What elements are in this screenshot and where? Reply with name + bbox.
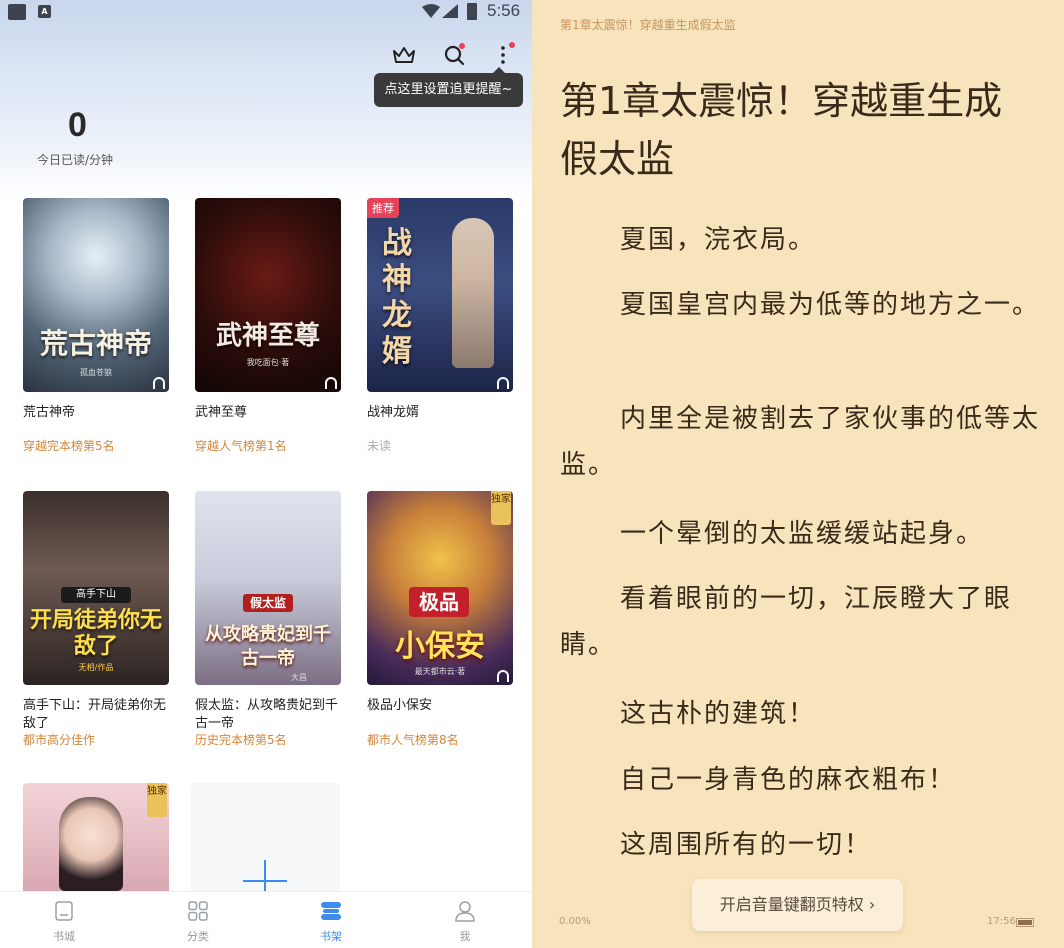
- wifi-icon: [422, 4, 440, 18]
- cover-title: 开局徒弟你无敌了: [29, 607, 162, 659]
- reading-progress: 0.00%: [559, 916, 591, 927]
- reader-battery-icon: [1016, 918, 1034, 927]
- reader-paragraph: 内里全是被割去了家伙事的低等太监。: [560, 404, 1041, 480]
- book-cover[interactable]: 高手下山 开局徒弟你无敌了 无相/作品: [23, 491, 169, 685]
- volume-key-button-label: 开启音量键翻页特权 ›: [719, 895, 876, 914]
- book-title: 战神龙婿: [367, 405, 420, 420]
- update-reminder-tooltip[interactable]: 点这里设置追更提醒~: [374, 67, 523, 107]
- cover-author: 孤血苍狼: [80, 368, 112, 377]
- tab-profile[interactable]: 我: [425, 892, 505, 948]
- cover-ribbon: 假太监: [243, 594, 293, 612]
- tab-label: 我: [459, 930, 471, 943]
- cover-title: 小保安: [395, 629, 485, 664]
- book-tag: 都市人气榜第8名: [363, 733, 459, 750]
- today-read-label: 今日已读/分钟: [37, 153, 114, 167]
- cover-author: 大昌: [291, 673, 307, 682]
- status-time: 5:56: [487, 1, 521, 20]
- reader-chapter-header: 第1章太震惊！穿越重生成假太监: [560, 18, 736, 32]
- bookshelf-panel: A 5:56 点这里设置追更提醒~ 0 今日已读/分钟 荒古神帝 孤血苍狼 荒古…: [0, 0, 532, 948]
- exclusive-badge: 独家: [491, 491, 511, 525]
- book-cover[interactable]: 独家: [23, 783, 169, 891]
- reader-panel[interactable]: 第1章太震惊！穿越重生成假太监 第1章太震惊！穿越重生成假太监 夏国，浣衣局。 …: [532, 0, 1064, 948]
- book-item[interactable]: 高手下山 开局徒弟你无敌了 无相/作品 高手下山：开局徒弟你无敌了 都市高分佳作: [18, 491, 169, 761]
- cover-ribbon: 极品: [409, 587, 469, 617]
- profile-icon: [455, 901, 475, 922]
- reader-paragraph: 夏国皇宫内最为低等的地方之一。: [620, 290, 1041, 320]
- book-item[interactable]: 战神龙婿 牧九州·著 推荐 战神龙婿 未读: [367, 198, 513, 468]
- cover-title: 武神至尊: [215, 321, 320, 351]
- headphone-icon: [497, 670, 509, 682]
- book-title: 假太监：从攻略贵妃到千古一帝: [195, 698, 339, 731]
- cover-ribbon: 高手下山: [61, 587, 131, 603]
- reader-clock: 17:56: [987, 916, 1016, 927]
- notification-icon: [8, 4, 26, 20]
- category-icon: [188, 901, 208, 921]
- book-item[interactable]: 荒古神帝 孤血苍狼 荒古神帝 穿越完本榜第5名: [19, 198, 169, 468]
- book-title: 武神至尊: [195, 405, 248, 420]
- book-tag: 穿越完本榜第5名: [19, 439, 115, 456]
- cover-figure: [59, 797, 123, 891]
- cover-figure: [452, 218, 494, 368]
- reader-paragraph: 夏国，浣衣局。: [620, 225, 817, 255]
- book-tag: 历史完本榜第5名: [191, 733, 287, 750]
- book-tag: 穿越人气榜第1名: [191, 439, 287, 456]
- signal-icon: [442, 4, 458, 18]
- book-item[interactable]: 假太监 从攻略贵妃到千古一帝 大昌 假太监：从攻略贵妃到千古一帝 历史完本榜第5…: [191, 491, 341, 761]
- reader-paragraph: 这古朴的建筑！: [620, 699, 817, 729]
- chapter-title: 第1章太震惊！穿越重生成假太监: [560, 79, 1003, 181]
- today-read-minutes: 0: [68, 106, 87, 144]
- tab-label: 书城: [53, 930, 75, 943]
- reader-paragraph: 看着眼前的一切，江辰瞪大了眼睛。: [560, 584, 1013, 660]
- bookshelf-icon: [321, 902, 341, 920]
- cover-author: 我吃面包·著: [246, 358, 290, 367]
- tab-bookshelf[interactable]: 书架: [291, 892, 371, 948]
- battery-icon: [467, 3, 477, 20]
- volume-key-page-turn-button[interactable]: 开启音量键翻页特权 ›: [692, 879, 903, 931]
- bookstore-icon: [55, 901, 73, 921]
- book-cover[interactable]: 武神至尊 我吃面包·著: [195, 198, 341, 392]
- headphone-icon: [325, 377, 337, 389]
- book-tag: 都市高分佳作: [18, 733, 96, 750]
- book-item[interactable]: 极品 小保安 最天都市云·著 独家 极品小保安 都市人气榜第8名: [363, 491, 513, 761]
- book-title: 荒古神帝: [23, 405, 76, 420]
- reader-paragraph: 这周围所有的一切！: [620, 830, 873, 860]
- screen: A 5:56 点这里设置追更提醒~ 0 今日已读/分钟 荒古神帝 孤血苍狼 荒古…: [0, 0, 1064, 948]
- exclusive-badge: 独家: [147, 783, 167, 817]
- book-item[interactable]: 独家: [23, 783, 169, 891]
- cover-author: 无相/作品: [78, 663, 114, 672]
- tab-label: 书架: [320, 930, 342, 943]
- headphone-icon: [153, 377, 165, 389]
- bottom-tab-bar: 书城 分类 书架 我: [0, 891, 532, 948]
- book-item[interactable]: 武神至尊 我吃面包·著 武神至尊 穿越人气榜第1名: [191, 198, 341, 468]
- more-menu-icon[interactable]: [492, 42, 518, 68]
- cover-title: 荒古神帝: [39, 327, 152, 360]
- tab-label: 分类: [187, 930, 209, 943]
- book-cover[interactable]: 荒古神帝 孤血苍狼: [23, 198, 169, 392]
- tab-bookstore[interactable]: 书城: [24, 892, 104, 948]
- reader-paragraph: 自己一身青色的麻衣粗布！: [620, 765, 957, 795]
- cover-title: 从攻略贵妃到千古一帝: [205, 624, 331, 669]
- book-title: 极品小保安: [367, 698, 433, 713]
- book-title: 高手下山：开局徒弟你无敌了: [23, 698, 167, 731]
- cover-author: 最天都市云·著: [414, 667, 466, 676]
- reader-paragraph: 一个晕倒的太监缓缓站起身。: [620, 519, 985, 549]
- status-bar: A 5:56: [0, 0, 532, 24]
- keyboard-notification-icon: A: [38, 5, 51, 18]
- recommend-badge: 推荐: [367, 198, 399, 218]
- tab-category[interactable]: 分类: [158, 892, 238, 948]
- book-cover[interactable]: 极品 小保安 最天都市云·著 独家: [367, 491, 513, 685]
- search-icon[interactable]: [442, 42, 468, 68]
- crown-icon[interactable]: [391, 42, 417, 68]
- book-cover[interactable]: 战神龙婿 牧九州·著 推荐: [367, 198, 513, 392]
- book-cover[interactable]: 假太监 从攻略贵妃到千古一帝 大昌: [195, 491, 341, 685]
- headphone-icon: [497, 377, 509, 389]
- book-tag: 未读: [367, 439, 392, 453]
